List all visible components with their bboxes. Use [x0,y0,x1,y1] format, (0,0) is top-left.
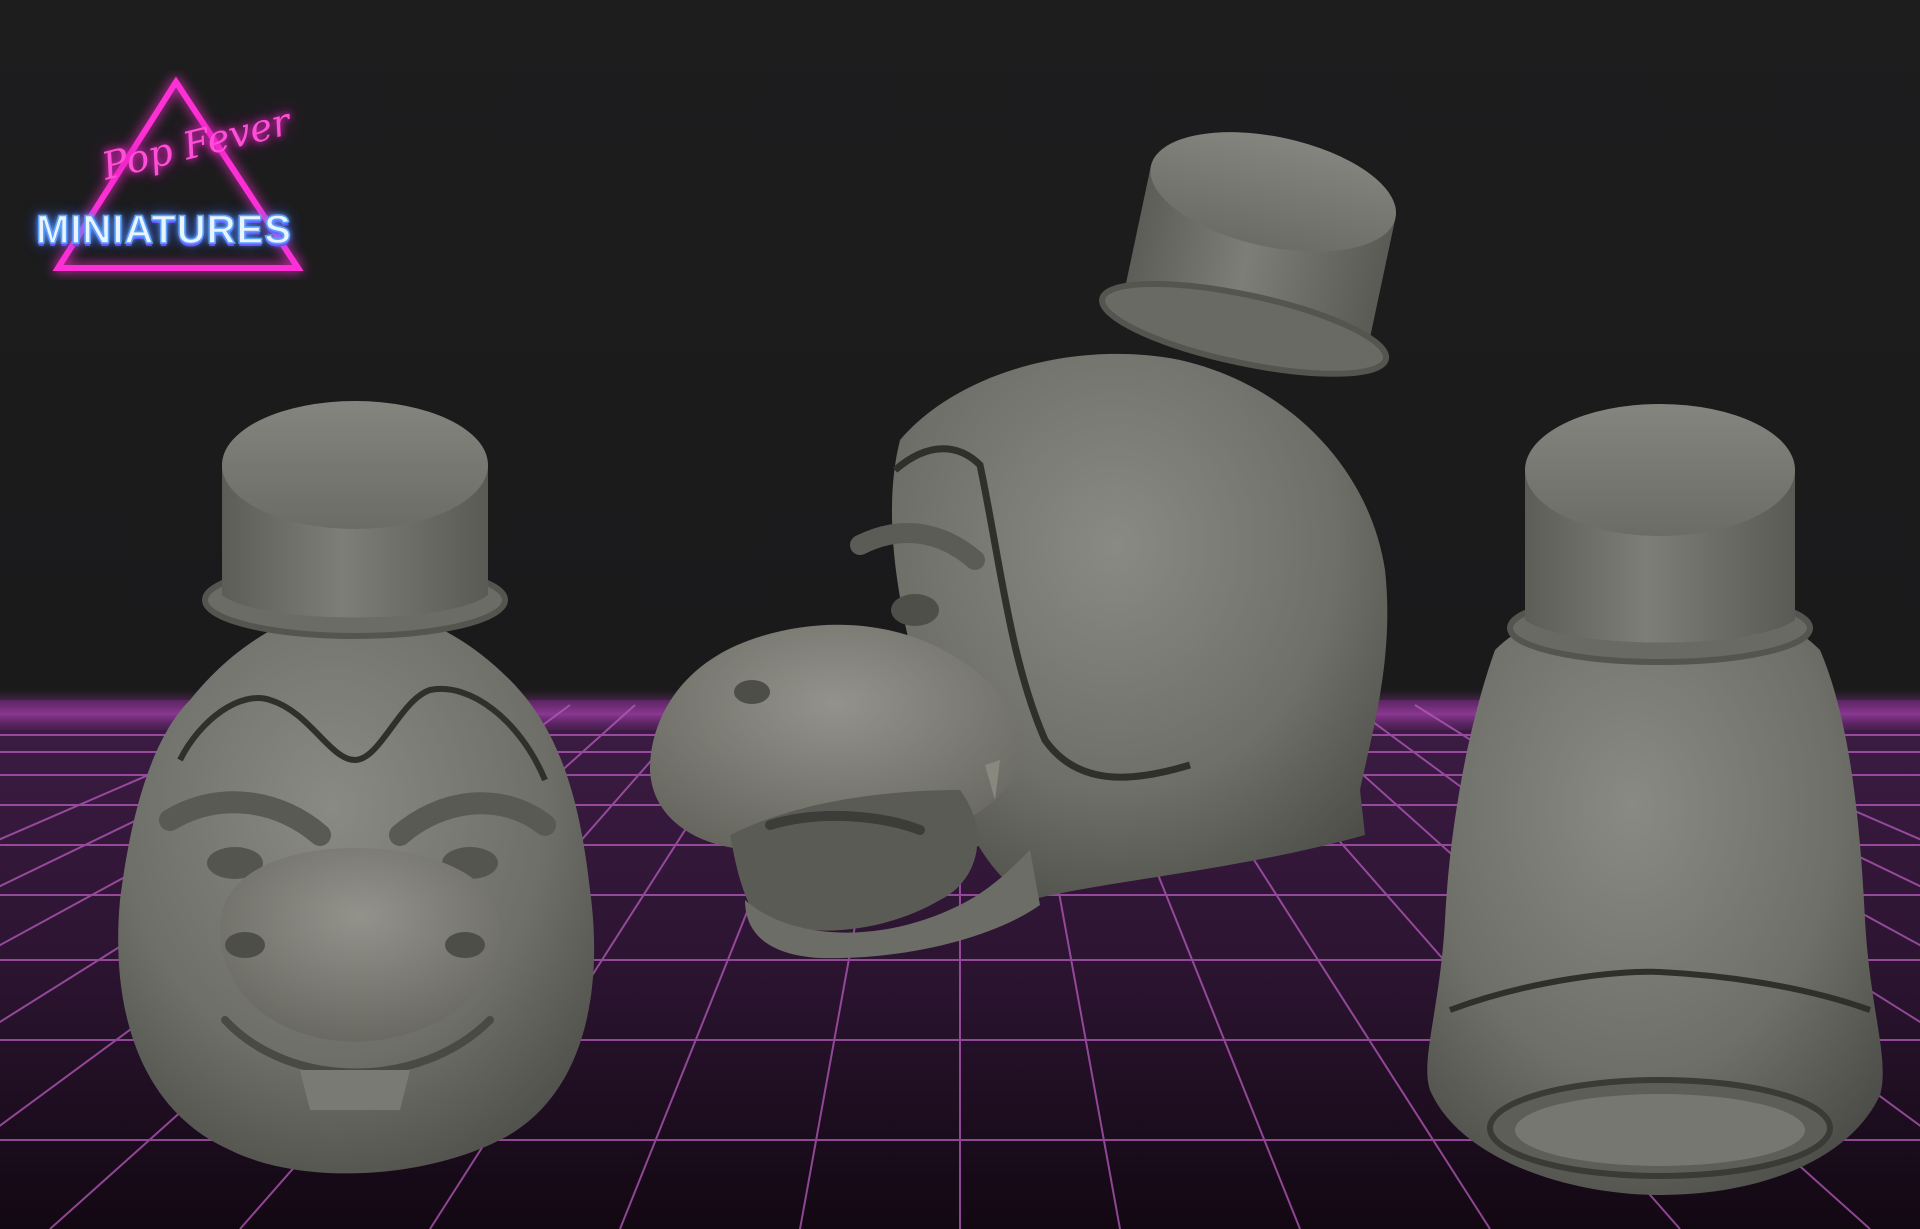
side-view-head [650,132,1397,959]
brand-logo: Pop Fever MINIATURES [28,70,328,280]
logo-wordmark: MINIATURES [35,207,292,253]
front-view-head [118,401,595,1174]
render-stage: Pop Fever MINIATURES [0,0,1920,1229]
back-view-head [1427,404,1883,1195]
